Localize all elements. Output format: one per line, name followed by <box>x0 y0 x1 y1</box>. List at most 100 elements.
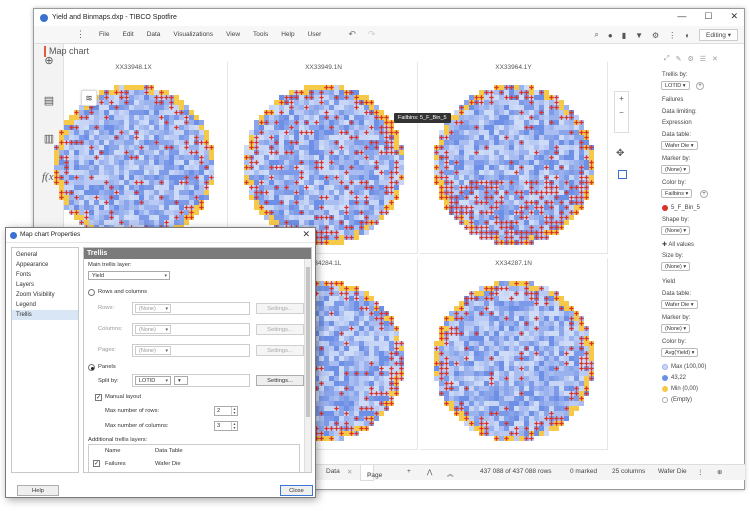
die-cell <box>189 135 194 140</box>
die-cell <box>324 165 329 170</box>
die-cell <box>324 306 329 311</box>
die-cell <box>189 200 194 205</box>
die-cell <box>124 185 129 190</box>
die-cell <box>279 130 284 135</box>
die-cell <box>69 155 74 160</box>
die-cell <box>144 190 149 195</box>
die-cell <box>554 200 559 205</box>
die-cell <box>349 401 354 406</box>
die-cell <box>104 165 109 170</box>
menu-visualizations[interactable]: Visualizations <box>173 31 213 38</box>
die-cell <box>149 110 154 115</box>
die-cell <box>309 100 314 105</box>
die-cell <box>529 175 534 180</box>
die-cell <box>309 85 314 90</box>
die-cell <box>324 95 329 100</box>
menu-view[interactable]: View <box>226 31 240 38</box>
die-cell <box>169 165 174 170</box>
undo-icon[interactable]: ↶ <box>348 29 356 40</box>
die-cell <box>554 115 559 120</box>
menu-dots-icon[interactable]: ⋮ <box>76 29 85 40</box>
edit-mode-dropdown[interactable]: Editing ▾ <box>699 29 738 41</box>
die-cell <box>394 175 399 180</box>
wafer-map[interactable] <box>420 72 608 254</box>
die-cell <box>319 316 324 321</box>
die-cell <box>289 210 294 215</box>
die-cell <box>334 381 339 386</box>
die-cell <box>309 195 314 200</box>
die-cell <box>554 170 559 175</box>
die-cell <box>289 200 294 205</box>
die-cell <box>199 185 204 190</box>
die-cell <box>139 150 144 155</box>
die-cell <box>334 346 339 351</box>
die-cell <box>119 85 124 90</box>
menu-user[interactable]: User <box>308 31 322 38</box>
die-cell <box>99 155 104 160</box>
die-cell <box>114 195 119 200</box>
menu-help[interactable]: Help <box>281 31 294 38</box>
die-cell <box>344 165 349 170</box>
die-cell <box>539 200 544 205</box>
die-cell <box>359 120 364 125</box>
die-cell <box>459 145 464 150</box>
die-cell <box>364 381 369 386</box>
die-cell <box>544 170 549 175</box>
die-cell <box>459 195 464 200</box>
menu-edit[interactable]: Edit <box>122 31 133 38</box>
die-cell <box>364 376 369 381</box>
die-cell <box>469 195 474 200</box>
menu-file[interactable]: File <box>99 31 109 38</box>
die-cell <box>489 155 494 160</box>
maximize-button[interactable]: ☐ <box>704 11 712 22</box>
die-cell <box>369 145 374 150</box>
die-cell <box>369 205 374 210</box>
close-window-button[interactable]: ✕ <box>730 11 738 22</box>
die-cell <box>259 125 264 130</box>
die-cell <box>94 140 99 145</box>
die-cell <box>349 195 354 200</box>
die-cell <box>79 120 84 125</box>
die-cell <box>59 180 64 185</box>
gear-icon[interactable]: ⚙ <box>652 31 659 40</box>
die-cell <box>74 150 79 155</box>
die-cell <box>189 165 194 170</box>
notifications-icon[interactable]: ◐ <box>685 31 690 40</box>
die-cell <box>349 220 354 225</box>
trellis-panel[interactable]: XX33948.1X <box>40 62 228 254</box>
die-cell <box>299 125 304 130</box>
die-cell <box>524 115 529 120</box>
bookmark-icon[interactable]: ▮ <box>622 31 626 40</box>
minimize-button[interactable]: — <box>677 11 686 22</box>
die-cell <box>119 145 124 150</box>
die-cell <box>374 321 379 326</box>
die-cell <box>339 155 344 160</box>
die-cell <box>569 150 574 155</box>
die-cell <box>114 150 119 155</box>
die-cell <box>284 175 289 180</box>
die-cell <box>324 180 329 185</box>
die-cell <box>554 155 559 160</box>
die-cell <box>384 381 389 386</box>
die-cell <box>169 180 174 185</box>
filter-icon[interactable]: ▼ <box>635 31 643 40</box>
die-cell <box>339 416 344 421</box>
comments-icon[interactable]: ● <box>608 31 613 40</box>
trellis-panel[interactable]: XX33949.1N <box>230 62 418 254</box>
die-cell <box>334 220 339 225</box>
trellis-panel[interactable]: XX33964.1Y <box>420 62 608 254</box>
die-cell <box>199 170 204 175</box>
die-cell <box>564 170 569 175</box>
die-cell <box>319 225 324 230</box>
menu-data[interactable]: Data <box>147 31 161 38</box>
die-cell <box>334 321 339 326</box>
menu-tools[interactable]: Tools <box>253 31 268 38</box>
die-cell <box>534 170 539 175</box>
search-icon[interactable]: ⌕ <box>594 30 598 40</box>
die-cell <box>574 160 579 165</box>
more-icon[interactable]: ⋮ <box>668 31 676 40</box>
die-cell <box>499 160 504 165</box>
die-cell <box>299 105 304 110</box>
die-cell <box>54 150 59 155</box>
die-cell <box>174 145 179 150</box>
